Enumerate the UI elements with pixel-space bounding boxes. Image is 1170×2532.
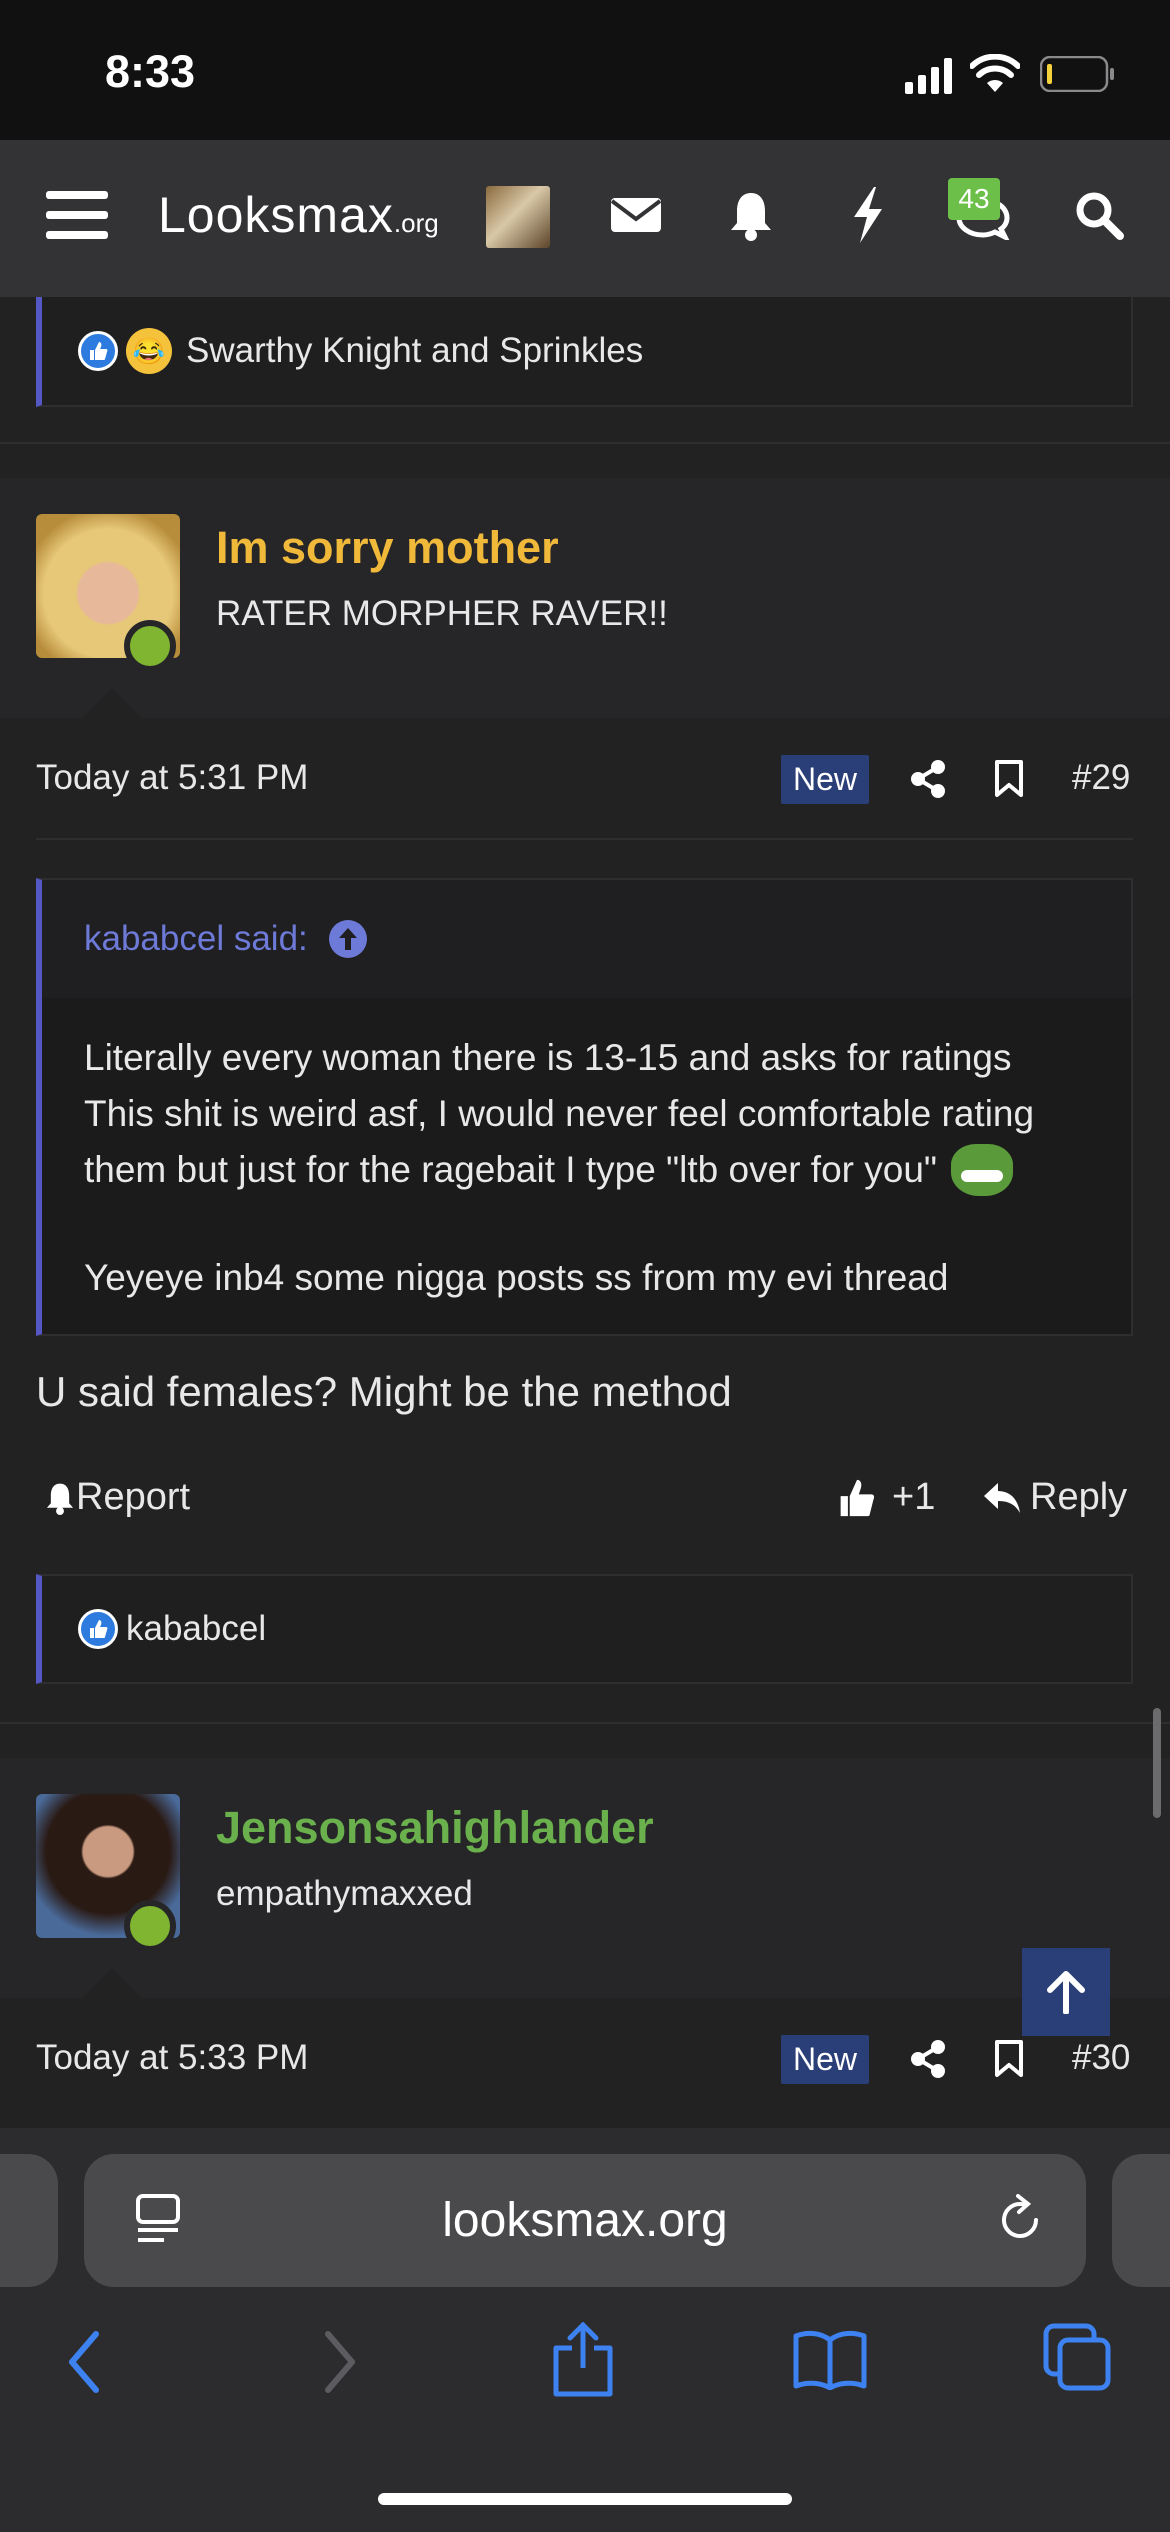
user-card-pointer [80, 1968, 144, 2000]
report-label: Report [76, 1476, 191, 1518]
reactions-users[interactable]: kababcel [126, 1609, 266, 1649]
laugh-reaction-icon: 😂 [126, 328, 172, 374]
online-status-indicator [124, 620, 176, 672]
status-time: 8:33 [105, 46, 196, 97]
thumbs-up-icon [840, 1479, 875, 1516]
share-sheet-icon[interactable] [550, 2322, 616, 2398]
bookmarks-icon[interactable] [792, 2330, 868, 2390]
quote-line: This shit is weird asf, I would never fe… [84, 1093, 1035, 1134]
previous-tab-preview[interactable] [0, 2154, 58, 2287]
quote-block: kababcel said: Literally every woman the… [36, 878, 1133, 1336]
online-status-indicator [124, 1900, 176, 1952]
user-avatar[interactable] [486, 186, 550, 248]
like-button[interactable]: +1 [836, 1476, 935, 1519]
reply-button[interactable]: Reply [982, 1476, 1127, 1519]
menu-icon[interactable] [46, 185, 108, 245]
scroll-to-top-button[interactable] [1022, 1948, 1110, 2036]
search-icon[interactable] [1072, 185, 1126, 245]
user-title: RATER MORPHER RAVER!! [216, 594, 668, 633]
pepe-emoji-icon [951, 1144, 1014, 1196]
reply-icon [984, 1482, 1020, 1513]
post-message: U said females? Might be the method [36, 1368, 732, 1415]
next-tab-preview[interactable] [1112, 2154, 1170, 2287]
forward-icon [325, 2331, 355, 2393]
post-username[interactable]: Im sorry mother [216, 522, 559, 574]
divider [0, 442, 1170, 444]
bell-icon [46, 1483, 74, 1515]
bookmark-icon[interactable] [994, 760, 1024, 798]
reactions-bar[interactable]: 😂 Swarthy Knight and Sprinkles [36, 297, 1133, 407]
bell-icon[interactable] [728, 185, 774, 245]
like-count: +1 [892, 1476, 936, 1518]
user-card-pointer [80, 688, 144, 720]
battery-icon [1040, 56, 1114, 92]
url-text[interactable]: looksmax.org [84, 2154, 1086, 2287]
quote-line: them but just for the ragebait I type "l… [84, 1149, 938, 1190]
reactions-bar[interactable]: kababcel [36, 1574, 1133, 1684]
share-icon[interactable] [910, 760, 946, 798]
quote-author[interactable]: kababcel said: [84, 919, 308, 959]
share-icon[interactable] [910, 2040, 946, 2078]
quote-text: Literally every woman there is 13-15 and… [84, 1030, 1124, 1306]
post-timestamp[interactable]: Today at 5:33 PM [36, 2038, 308, 2078]
reload-icon[interactable] [994, 2194, 1046, 2246]
post-number[interactable]: #29 [1072, 758, 1130, 798]
new-badge: New [781, 2035, 870, 2084]
like-reaction-icon [78, 331, 118, 371]
like-reaction-icon [78, 1609, 118, 1649]
quote-line: Literally every woman there is 13-15 and… [84, 1037, 1012, 1078]
lightning-icon[interactable] [848, 185, 888, 245]
post-username[interactable]: Jensonsahighlander [216, 1802, 654, 1854]
quote-header[interactable]: kababcel said: [42, 880, 1131, 998]
quote-line: Yeyeye inb4 some nigga posts ss from my … [84, 1257, 949, 1298]
divider [36, 838, 1133, 840]
site-logo[interactable]: Looksmax.org [158, 186, 439, 244]
jump-to-quote-icon[interactable] [328, 919, 368, 959]
home-indicator [378, 2493, 792, 2505]
cellular-signal-icon [905, 58, 952, 94]
arrow-up-icon [1047, 1971, 1085, 2014]
bookmark-icon[interactable] [994, 2040, 1024, 2078]
reactions-users[interactable]: Swarthy Knight and Sprinkles [186, 331, 643, 371]
page-menu-icon[interactable] [134, 2194, 182, 2246]
report-button[interactable]: Report [44, 1476, 190, 1519]
new-badge: New [781, 755, 870, 804]
mail-icon[interactable] [610, 185, 662, 245]
post-number[interactable]: #30 [1072, 2038, 1130, 2078]
conversations-badge: 43 [948, 178, 1000, 220]
back-icon[interactable] [64, 2330, 104, 2394]
wifi-icon [970, 54, 1020, 92]
divider [0, 1722, 1170, 1724]
scrollbar-thumb[interactable] [1153, 1708, 1161, 1818]
tabs-icon[interactable] [1042, 2322, 1112, 2392]
reply-label: Reply [1030, 1476, 1128, 1518]
post-timestamp[interactable]: Today at 5:31 PM [36, 758, 308, 798]
user-title: empathymaxxed [216, 1874, 473, 1913]
